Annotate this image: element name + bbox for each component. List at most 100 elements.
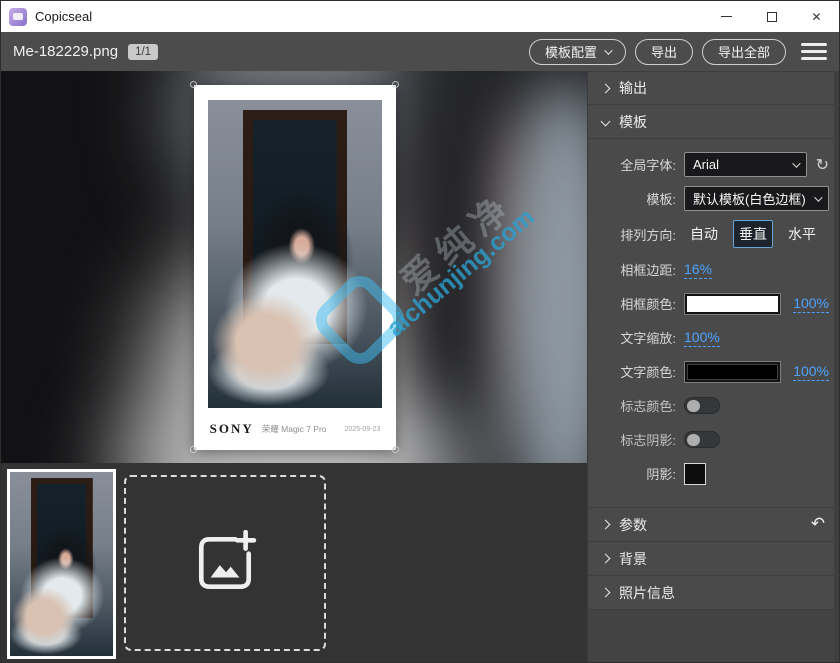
photo-caption: SONY 荣耀 Magic 7 Pro 2025-09-23 (194, 408, 396, 450)
window-controls: ✕ (704, 1, 839, 32)
export-all-button[interactable]: 导出全部 (702, 39, 786, 65)
global-font-value: Arial (693, 157, 719, 172)
add-image-icon (192, 530, 258, 596)
frame-color-label: 相框颜色: (596, 294, 676, 313)
titlebar: Copicseal ✕ (1, 1, 839, 32)
export-button[interactable]: 导出 (635, 39, 693, 65)
export-label: 导出 (651, 42, 677, 61)
template-config-label: 模板配置 (545, 42, 597, 61)
global-font-row: 全局字体: Arial ↻ (596, 152, 829, 177)
filmstrip (1, 463, 587, 663)
minimize-icon (721, 16, 732, 17)
card-handle-bottom-right[interactable] (392, 446, 399, 453)
template-select[interactable]: 默认模板(白色边框) (684, 186, 829, 211)
app-title: Copicseal (35, 9, 92, 24)
card-handle-top-left[interactable] (190, 81, 197, 88)
close-button[interactable]: ✕ (794, 1, 839, 32)
template-select-value: 默认模板(白色边框) (693, 189, 806, 208)
direction-option-auto[interactable]: 自动 (684, 220, 724, 248)
direction-row: 排列方向: 自动 垂直 水平 (596, 220, 829, 248)
direction-option-horizontal[interactable]: 水平 (782, 220, 822, 248)
logo-color-label: 标志颜色: (596, 396, 676, 415)
shadow-label: 阴影: (596, 464, 676, 483)
panel-template-label: 模板 (619, 112, 647, 132)
workspace: SONY 荣耀 Magic 7 Pro 2025-09-23 爱纯净 aichu… (1, 71, 587, 663)
chevron-down-icon (792, 159, 800, 167)
frame-margin-row: 相框边距: 16% (596, 257, 829, 282)
preview-canvas[interactable]: SONY 荣耀 Magic 7 Pro 2025-09-23 爱纯净 aichu… (1, 71, 587, 463)
toolbar-actions: 模板配置 导出 导出全部 (529, 39, 827, 65)
logo-color-toggle[interactable] (684, 397, 720, 414)
shadow-row: 阴影: (596, 461, 829, 486)
chevron-right-icon (601, 520, 611, 530)
chevron-right-icon (601, 588, 611, 598)
menu-icon[interactable] (801, 43, 827, 60)
refresh-fonts-icon[interactable]: ↻ (816, 155, 829, 174)
shadow-color-swatch[interactable] (684, 463, 706, 485)
card-handle-bottom-left[interactable] (190, 446, 197, 453)
frame-color-row: 相框颜色: 100% (596, 291, 829, 316)
direction-segmented-control: 自动 垂直 水平 (684, 220, 822, 248)
panel-header-output[interactable]: 输出 (588, 71, 839, 105)
chevron-down-icon (604, 46, 612, 54)
text-color-swatch[interactable] (684, 361, 781, 383)
thumbnail-image (10, 472, 113, 656)
frame-margin-label: 相框边距: (596, 260, 676, 279)
text-scale-row: 文字缩放: 100% (596, 325, 829, 350)
panel-header-template[interactable]: 模板 (588, 105, 839, 139)
photo-thumbnail[interactable] (7, 469, 116, 659)
chevron-down-icon (814, 193, 822, 201)
chevron-down-icon (601, 117, 611, 127)
global-font-label: 全局字体: (596, 155, 676, 174)
panel-header-background[interactable]: 背景 (588, 542, 839, 576)
panel-header-photo-info[interactable]: 照片信息 (588, 576, 839, 610)
sidebar-scrollbar[interactable] (834, 71, 839, 663)
logo-shadow-toggle[interactable] (684, 431, 720, 448)
maximize-button[interactable] (749, 1, 794, 32)
export-all-label: 导出全部 (718, 42, 770, 61)
template-select-label: 模板: (596, 189, 676, 208)
global-font-select[interactable]: Arial (684, 152, 807, 177)
frame-margin-value[interactable]: 16% (684, 261, 712, 279)
logo-color-row: 标志颜色: (596, 393, 829, 418)
app-icon (9, 8, 27, 26)
logo-shadow-row: 标志阴影: (596, 427, 829, 452)
photo-image (208, 100, 382, 408)
photo-date-text: 2025-09-23 (345, 426, 381, 433)
close-icon: ✕ (811, 10, 821, 24)
page-indicator-badge: 1/1 (128, 44, 158, 60)
frame-color-opacity[interactable]: 100% (793, 295, 829, 313)
direction-label: 排列方向: (596, 225, 676, 244)
text-scale-label: 文字缩放: (596, 328, 676, 347)
settings-sidebar: 输出 模板 全局字体: Arial ↻ 模板: (587, 71, 839, 663)
chevron-right-icon (601, 83, 611, 93)
panel-background-label: 背景 (619, 549, 647, 569)
chevron-right-icon (601, 554, 611, 564)
panel-header-params[interactable]: 参数 ↶ (588, 508, 839, 542)
card-handle-top-right[interactable] (392, 81, 399, 88)
template-select-row: 模板: 默认模板(白色边框) (596, 186, 829, 211)
toolbar: Me-182229.png 1/1 模板配置 导出 导出全部 (1, 32, 839, 71)
panel-photo-info-label: 照片信息 (619, 583, 675, 603)
brand-logo-text: SONY (210, 421, 254, 437)
add-image-button[interactable] (124, 475, 326, 651)
maximize-icon (767, 12, 777, 22)
frame-color-swatch[interactable] (684, 293, 781, 315)
text-scale-value[interactable]: 100% (684, 329, 720, 347)
logo-shadow-label: 标志阴影: (596, 430, 676, 449)
sidebar-empty-area (588, 610, 839, 663)
template-config-button[interactable]: 模板配置 (529, 39, 626, 65)
text-color-row: 文字颜色: 100% (596, 359, 829, 384)
current-filename: Me-182229.png (13, 43, 118, 60)
panel-output-label: 输出 (619, 78, 647, 98)
camera-model-text: 荣耀 Magic 7 Pro (262, 423, 327, 435)
undo-icon[interactable]: ↶ (811, 516, 825, 533)
framed-photo-card[interactable]: SONY 荣耀 Magic 7 Pro 2025-09-23 (194, 85, 396, 450)
direction-option-vertical[interactable]: 垂直 (733, 220, 773, 248)
app-window: Copicseal ✕ Me-182229.png 1/1 模板配置 导出 导出… (0, 0, 840, 663)
text-color-label: 文字颜色: (596, 362, 676, 381)
text-color-opacity[interactable]: 100% (793, 363, 829, 381)
panel-params-label: 参数 (619, 515, 647, 535)
minimize-button[interactable] (704, 1, 749, 32)
template-panel-body: 全局字体: Arial ↻ 模板: 默认模板(白色边框) 排列方向: (588, 139, 839, 508)
